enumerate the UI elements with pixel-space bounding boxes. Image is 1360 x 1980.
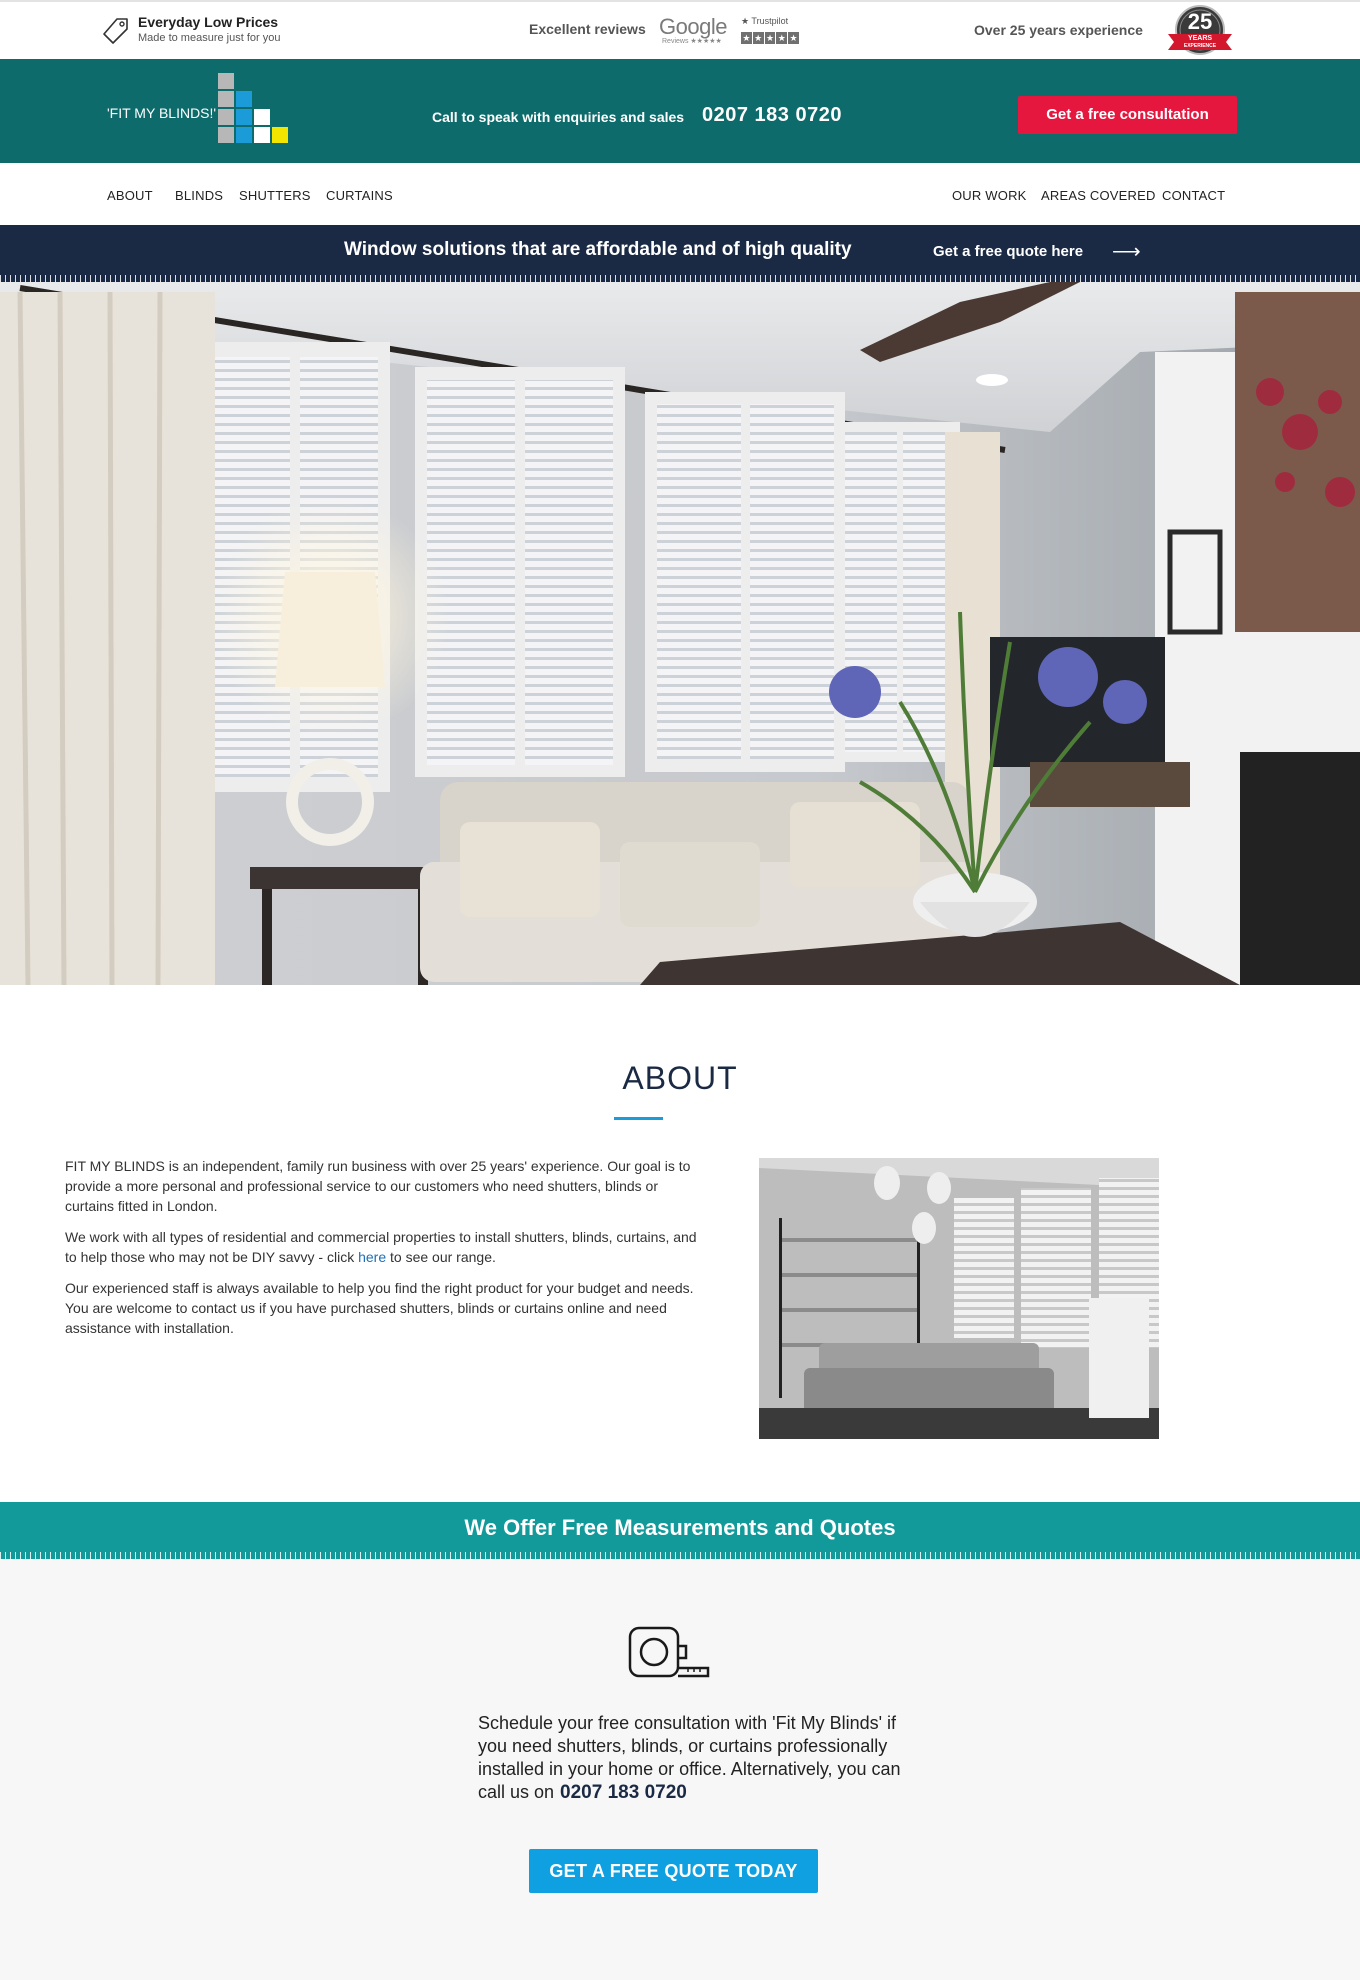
about-paragraph-3: Our experienced staff is always availabl…	[65, 1280, 694, 1336]
star-icon: ★	[764, 32, 776, 44]
tape-measure-icon	[628, 1626, 710, 1678]
free-measurements-text: Schedule your free consultation with 'Fi…	[478, 1713, 901, 1803]
nav-shutters[interactable]: SHUTTERS	[239, 188, 311, 203]
free-measurements-strip: We Offer Free Measurements and Quotes	[0, 1502, 1360, 1559]
arrow-right-icon[interactable]: ⟶	[1112, 239, 1141, 264]
about-body: FIT MY BLINDS is an independent, family …	[65, 1156, 705, 1349]
about-heading-underline	[614, 1117, 663, 1120]
free-consultation-button[interactable]: Get a free consultation	[1018, 96, 1237, 134]
experience-label: Over 25 years experience	[974, 22, 1143, 38]
free-measurements-title: We Offer Free Measurements and Quotes	[464, 1515, 896, 1540]
star-icon: ★	[752, 32, 764, 44]
hero-image-living-room-shutters	[0, 282, 1360, 985]
nav-our-work[interactable]: OUR WORK	[952, 188, 1027, 203]
free-quote-link[interactable]: Get a free quote here	[933, 243, 1083, 260]
measurements-phone-link[interactable]: 0207 183 0720	[560, 1782, 687, 1803]
star-icon: ★	[741, 32, 752, 44]
trustpilot-logo[interactable]: ★ Trustpilot	[741, 16, 788, 27]
everyday-low-prices-title: Everyday Low Prices	[138, 14, 279, 30]
about-heading: ABOUT	[622, 1060, 738, 1096]
site-header: 'FIT MY BLINDS!' Call to speak with enqu…	[0, 59, 1360, 163]
promo-headline: Window solutions that are affordable and…	[344, 239, 852, 260]
main-nav: ABOUT BLINDS SHUTTERS CURTAINS OUR WORK …	[0, 163, 1360, 225]
about-paragraph-1: FIT MY BLINDS is an independent, family …	[65, 1158, 691, 1214]
star-icon: ★	[776, 32, 788, 44]
everyday-low-prices-subtitle: Made to measure just for you	[138, 32, 281, 44]
nav-contact[interactable]: CONTACT	[1162, 188, 1225, 203]
site-logo-blocks-icon[interactable]	[218, 73, 294, 149]
trustpilot-stars: ★ ★ ★ ★ ★	[741, 32, 799, 44]
ruler-divider	[0, 1552, 1360, 1559]
free-quote-today-button[interactable]: GET A FREE QUOTE TODAY	[529, 1849, 818, 1893]
svg-text:YEARS: YEARS	[1188, 35, 1212, 42]
top-info-bar: Everyday Low Prices Made to measure just…	[0, 0, 1360, 59]
25-years-badge-icon: 25 YEARS EXPERIENCE	[1168, 5, 1232, 55]
about-paragraph-2: We work with all types of residential an…	[65, 1229, 697, 1265]
range-link[interactable]: here	[358, 1249, 386, 1265]
call-label: Call to speak with enquiries and sales	[432, 109, 685, 125]
ruler-divider	[0, 275, 1360, 282]
excellent-reviews-label: Excellent reviews	[529, 21, 646, 37]
svg-text:25: 25	[1188, 9, 1212, 34]
nav-curtains[interactable]: CURTAINS	[326, 188, 393, 203]
star-icon: ★	[788, 32, 799, 44]
site-logo-text[interactable]: 'FIT MY BLINDS!'	[107, 105, 216, 121]
promo-strip: Window solutions that are affordable and…	[0, 225, 1360, 282]
nav-areas-covered[interactable]: AREAS COVERED	[1041, 188, 1156, 203]
about-photo-living-room	[759, 1158, 1159, 1439]
nav-about[interactable]: ABOUT	[107, 188, 153, 203]
price-tag-icon	[103, 18, 128, 44]
google-reviews-subtitle: Reviews ★★★★★	[662, 38, 722, 45]
header-phone-link[interactable]: 0207 183 0720	[702, 104, 842, 127]
nav-blinds[interactable]: BLINDS	[175, 188, 223, 203]
svg-text:EXPERIENCE: EXPERIENCE	[1184, 43, 1217, 49]
